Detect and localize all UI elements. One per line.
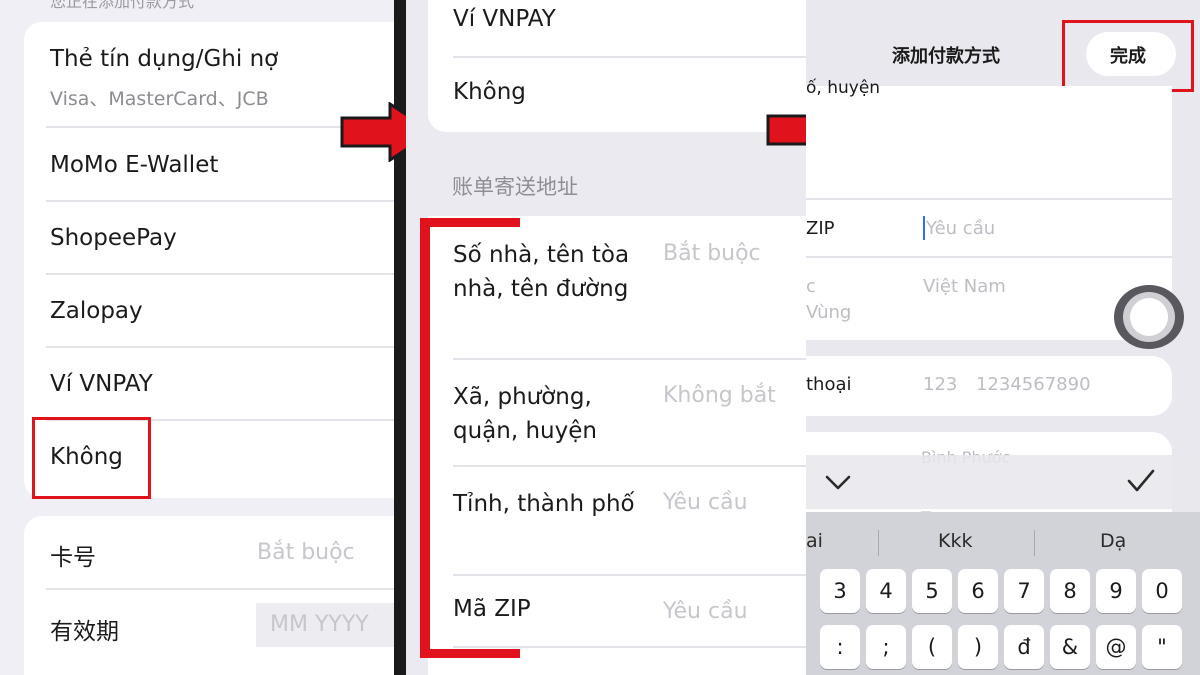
assistive-touch-icon[interactable]: [1114, 285, 1184, 349]
option-label: Thẻ tín dụng/Ghi nợ: [50, 46, 279, 72]
expiry-label: 有效期: [50, 619, 119, 645]
keyboard: ai Kkk Dạ 3 4 5 6 7 8 9 0 : ; ( ) đ & @ …: [806, 512, 1200, 675]
option-none[interactable]: Không: [453, 79, 526, 105]
card-details-card: 卡号 Bắt buộc 有效期 MM YYYY: [24, 516, 394, 675]
card-number-input[interactable]: Bắt buộc: [257, 540, 355, 565]
divider: [453, 56, 806, 58]
highlight-box-none: [32, 417, 151, 499]
key-semicolon[interactable]: ;: [866, 625, 906, 669]
keyboard-toolbar: [806, 455, 1200, 509]
nav-header: 添加付款方式 完成: [806, 0, 1200, 92]
option-vnpay[interactable]: Ví VNPAY: [50, 371, 153, 397]
top-hint-text: 您正在添加付款方式: [50, 0, 195, 11]
options-card: Ví VNPAY Không: [428, 0, 806, 132]
district-label: Xã, phường, quận, huyện: [453, 384, 597, 444]
zip-label: Mã ZIP: [453, 596, 531, 622]
city-label: Tỉnh, thành phố: [453, 491, 635, 517]
key-open-paren[interactable]: (: [912, 625, 952, 669]
option-momo[interactable]: MoMo E-Wallet: [50, 152, 218, 178]
expiry-input[interactable]: MM YYYY: [256, 603, 394, 647]
district-input[interactable]: Không bắt: [663, 383, 776, 408]
card-number-label: 卡号: [50, 545, 96, 571]
highlight-box-done: [1062, 20, 1194, 92]
region-label-1: c: [806, 276, 816, 297]
divider: [806, 198, 1172, 200]
key-close-paren[interactable]: ): [958, 625, 998, 669]
option-vnpay[interactable]: Ví VNPAY: [453, 6, 556, 32]
key-5[interactable]: 5: [912, 569, 952, 613]
payment-method-panel: 您正在添加付款方式 Thẻ tín dụng/Ghi nợ Visa、Maste…: [0, 0, 394, 675]
divider: [453, 574, 806, 576]
street-input[interactable]: Bắt buộc: [663, 241, 761, 266]
page-title: 添加付款方式: [892, 46, 1000, 67]
region-label-2: Vùng: [806, 302, 852, 323]
highlight-bracket-top: [420, 218, 520, 227]
key-3[interactable]: 3: [820, 569, 860, 613]
option-sublabel: Visa、MasterCard、JCB: [50, 88, 269, 110]
zip-input[interactable]: Yêu cầu: [926, 218, 995, 239]
region-select[interactable]: Việt Nam: [923, 276, 1006, 297]
phone-card: thoại 123 1234567890: [806, 356, 1172, 416]
text-cursor: [923, 216, 925, 240]
suggestion-2[interactable]: Kkk: [938, 530, 972, 552]
key-7[interactable]: 7: [1004, 569, 1044, 613]
phone-label: thoại: [806, 374, 852, 395]
key-6[interactable]: 6: [958, 569, 998, 613]
key-4[interactable]: 4: [866, 569, 906, 613]
key-ampersand[interactable]: &: [1050, 625, 1090, 669]
expiry-placeholder: MM YYYY: [270, 612, 369, 637]
key-9[interactable]: 9: [1096, 569, 1136, 613]
address-form-card: Số nhà, tên tòa nhà, tên đường Bắt buộc …: [428, 216, 806, 675]
highlight-bracket-bottom: [420, 649, 520, 658]
phone-input[interactable]: 1234567890: [976, 374, 1091, 395]
divider: [46, 200, 394, 202]
key-8[interactable]: 8: [1050, 569, 1090, 613]
divider: [46, 346, 394, 348]
key-d-stroke[interactable]: đ: [1004, 625, 1044, 669]
add-payment-panel: 添加付款方式 完成 ố, huyện ZIP Yêu cầu c Vùng Vi…: [806, 0, 1200, 675]
partial-top-text: ố, huyện: [806, 78, 881, 98]
zip-label: ZIP: [806, 218, 835, 239]
divider: [453, 646, 806, 648]
divider: [46, 588, 394, 590]
street-label: Số nhà, tên tòa nhà, tên đường: [453, 242, 630, 302]
option-shopeepay[interactable]: ShopeePay: [50, 225, 177, 251]
divider: [806, 256, 1172, 258]
phone-code[interactable]: 123: [923, 374, 957, 395]
city-input[interactable]: Yêu cầu: [663, 490, 748, 515]
chevron-down-icon[interactable]: [824, 471, 852, 493]
option-zalopay[interactable]: Zalopay: [50, 298, 143, 324]
suggestion-3[interactable]: Dạ: [1100, 530, 1126, 552]
divider: [453, 465, 806, 467]
key-0[interactable]: 0: [1142, 569, 1182, 613]
zip-input[interactable]: Yêu cầu: [663, 599, 748, 624]
key-colon[interactable]: :: [820, 625, 860, 669]
divider: [46, 273, 394, 275]
key-at[interactable]: @: [1096, 625, 1136, 669]
billing-address-panel: Ví VNPAY Không 账单寄送地址 Số nhà, tên tòa nh…: [406, 0, 806, 675]
checkmark-icon[interactable]: [1126, 467, 1156, 495]
key-quote[interactable]: ": [1142, 625, 1182, 669]
suggestion-1[interactable]: ai: [806, 530, 823, 552]
divider: [453, 358, 806, 360]
billing-section-header: 账单寄送地址: [452, 175, 578, 199]
highlight-bracket: [420, 218, 430, 658]
